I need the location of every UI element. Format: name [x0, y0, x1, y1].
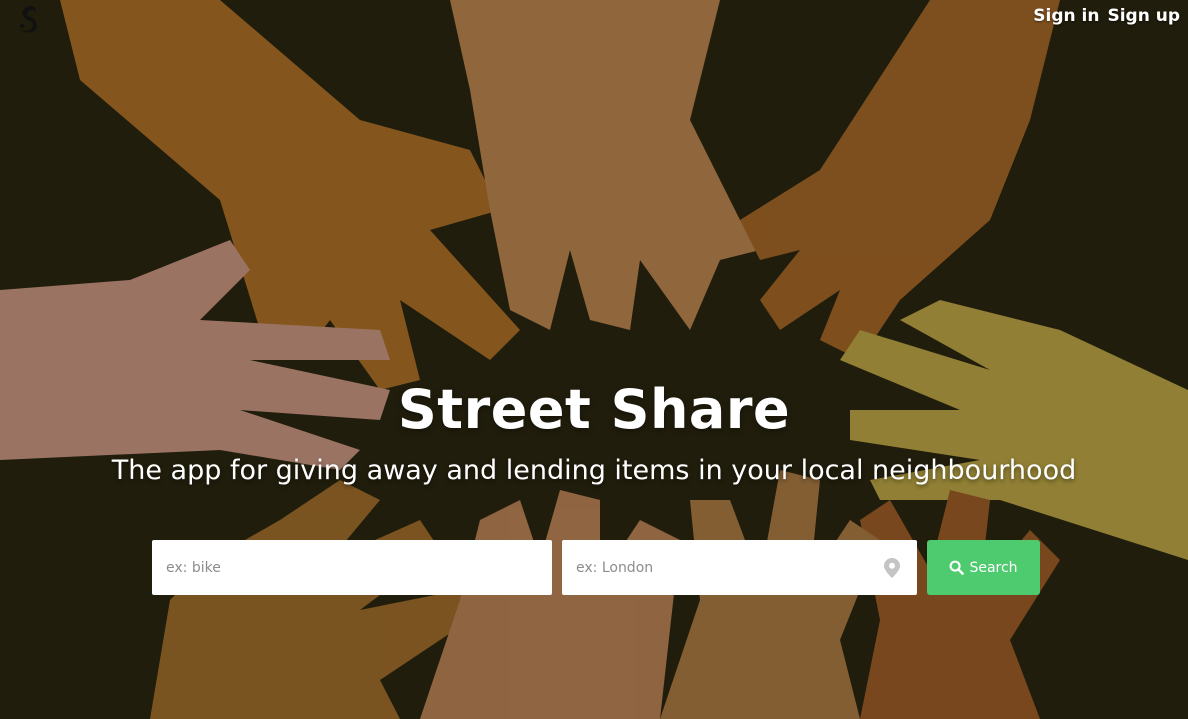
- sign-up-link[interactable]: Sign up: [1107, 6, 1180, 26]
- search-button-label: Search: [969, 559, 1018, 576]
- location-field-wrapper: [562, 540, 917, 595]
- location-search-input[interactable]: [562, 540, 917, 595]
- item-search-input[interactable]: [152, 540, 552, 595]
- hero-overlay: [0, 0, 1188, 719]
- item-field-wrapper: [152, 540, 552, 595]
- hero-section: Sign in Sign up Street Share The app for…: [0, 0, 1188, 719]
- search-button[interactable]: Search: [927, 540, 1040, 595]
- sign-in-link[interactable]: Sign in: [1033, 6, 1099, 26]
- page-subtitle: The app for giving away and lending item…: [111, 455, 1077, 486]
- search-form: Search: [152, 540, 1040, 595]
- page-title: Street Share: [397, 378, 791, 441]
- magnifier-icon: [949, 560, 965, 575]
- map-pin-icon: [884, 558, 900, 578]
- squirrel-logo-icon[interactable]: [14, 4, 40, 34]
- top-nav: Sign in Sign up: [1033, 6, 1180, 26]
